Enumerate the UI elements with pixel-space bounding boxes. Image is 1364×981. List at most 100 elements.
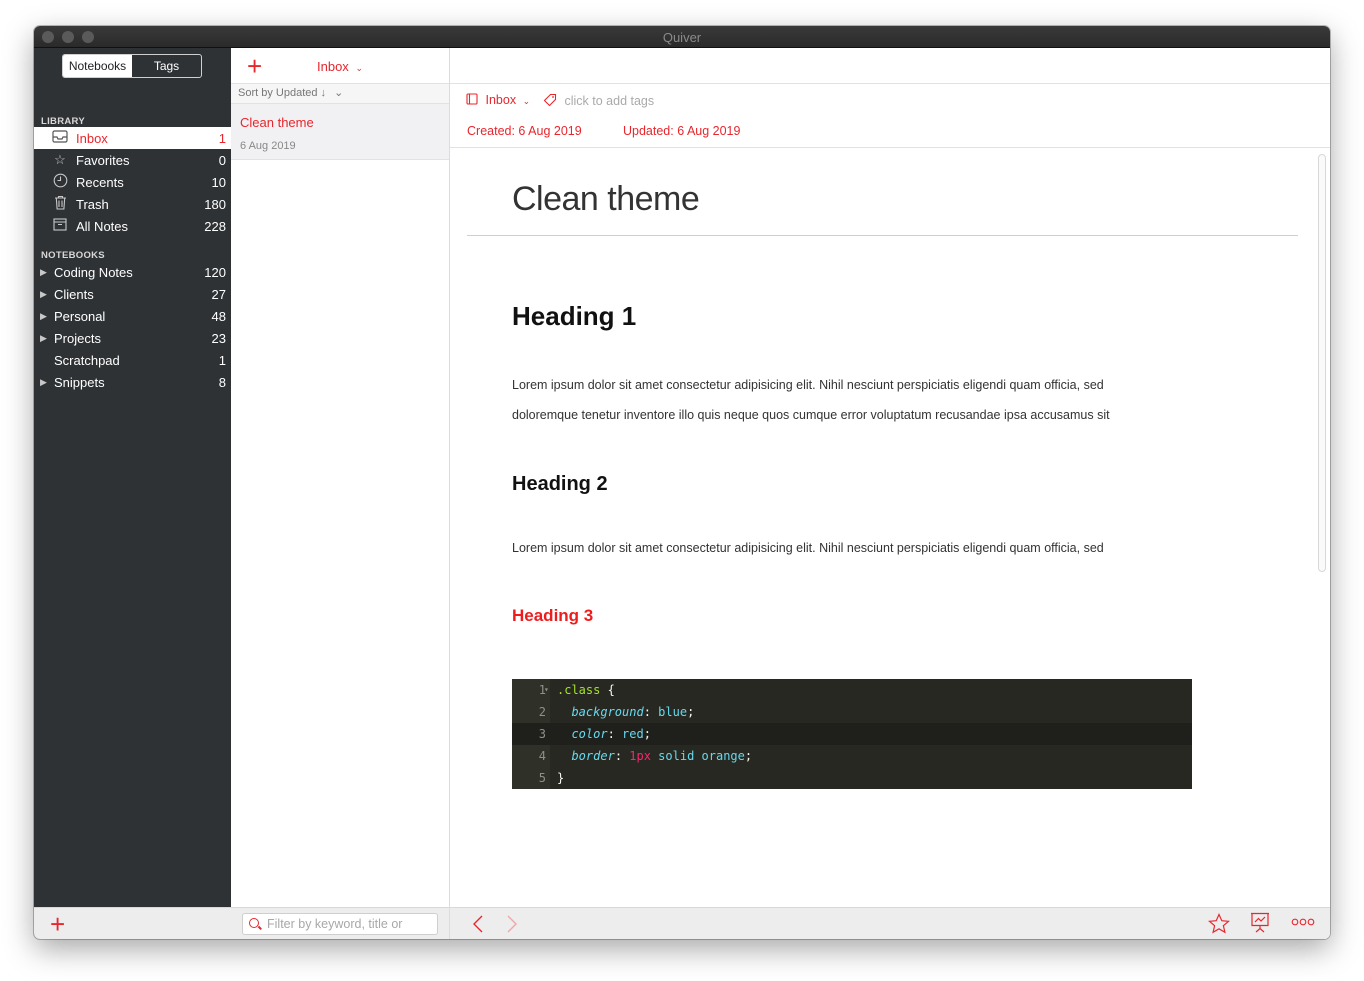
add-notebook-button[interactable]: + xyxy=(50,911,65,937)
sidebar: Notebooks Tags LIBRARY Inbox 1 ☆ Favorit… xyxy=(34,48,231,939)
forward-arrow-icon[interactable] xyxy=(506,915,518,933)
created-date: Created: 6 Aug 2019 xyxy=(467,124,582,138)
code-brace: { xyxy=(600,683,615,697)
sidebar-item-count: 120 xyxy=(204,264,226,280)
inbox-icon xyxy=(50,130,70,146)
sort-label: Sort by Updated ↓ xyxy=(238,87,327,99)
sidebar-item-label: Projects xyxy=(54,330,101,346)
disclosure-triangle-icon[interactable]: ▶ xyxy=(40,333,50,344)
disclosure-triangle-icon[interactable]: ▶ xyxy=(40,377,50,388)
presentation-icon[interactable] xyxy=(1250,912,1270,934)
more-options-icon[interactable] xyxy=(1291,918,1315,926)
code-value: red xyxy=(622,727,644,741)
window-title: Quiver xyxy=(662,30,702,45)
sidebar-item-label: Trash xyxy=(76,196,109,212)
paragraph-1-line-1: Lorem ipsum dolor sit amet consectetur a… xyxy=(512,378,1104,392)
editor-footer xyxy=(450,907,1330,939)
sidebar-item-label: Snippets xyxy=(54,374,105,390)
note-list-footer: Filter by keyword, title or xyxy=(231,907,449,939)
code-property: color xyxy=(571,727,608,741)
code-property: border xyxy=(571,749,615,763)
sidebar-tab-switch: Notebooks Tags xyxy=(62,54,202,78)
sidebar-item-count: 1 xyxy=(218,352,226,368)
tab-tags[interactable]: Tags xyxy=(132,55,201,77)
sort-selector[interactable]: Sort by Updated ↓ ⌄ xyxy=(231,84,449,104)
star-icon: ☆ xyxy=(54,152,66,167)
sidebar-item-label: Inbox xyxy=(76,130,108,146)
notebook-selector[interactable]: Inbox ⌄ xyxy=(317,59,363,74)
code-line: 5 } xyxy=(512,767,1192,789)
title-bar[interactable]: Quiver xyxy=(34,26,1330,48)
sidebar-item-recents[interactable]: Recents 10 xyxy=(34,171,231,193)
library-section-header: LIBRARY xyxy=(41,116,85,127)
chevron-down-icon: ⌄ xyxy=(334,87,344,99)
tag-icon xyxy=(543,93,557,107)
code-line: 4 border: 1px solid orange; xyxy=(512,745,1192,767)
note-content[interactable]: Clean theme Heading 1 Lorem ipsum dolor … xyxy=(450,148,1316,907)
tags-field[interactable]: click to add tags xyxy=(543,93,654,108)
code-block[interactable]: 1 ▾ .class { 2 background: blue; 3 color… xyxy=(512,679,1192,789)
sidebar-item-count: 1 xyxy=(218,130,226,146)
paragraph-1-line-2: doloremque tenetur inventore illo quis n… xyxy=(512,408,1110,422)
sidebar-item-label: Recents xyxy=(76,174,124,190)
sidebar-item-count: 180 xyxy=(204,196,226,212)
sidebar-item-label: All Notes xyxy=(76,218,129,234)
disclosure-triangle-icon[interactable]: ▶ xyxy=(40,267,50,278)
sidebar-item-label: Personal xyxy=(54,308,106,324)
code-unit: px xyxy=(636,749,651,763)
title-divider xyxy=(467,235,1298,236)
code-line: 1 ▾ .class { xyxy=(512,679,1192,701)
sidebar-item-count: 0 xyxy=(218,152,226,168)
sidebar-item-trash[interactable]: Trash 180 xyxy=(34,193,231,215)
sidebar-item-projects[interactable]: ▶ Projects 23 xyxy=(34,327,231,349)
line-number: 1 xyxy=(538,683,546,697)
sidebar-item-personal[interactable]: ▶ Personal 48 xyxy=(34,305,231,327)
code-line: 2 background: blue; xyxy=(512,701,1192,723)
sidebar-item-coding-notes[interactable]: ▶ Coding Notes 120 xyxy=(34,261,231,283)
page-title: Clean theme xyxy=(512,180,700,218)
code-number: 1 xyxy=(629,749,637,763)
heading-2: Heading 2 xyxy=(512,473,608,495)
note-notebook-selector[interactable]: Inbox ⌄ xyxy=(466,93,530,107)
code-property: background xyxy=(571,705,644,719)
note-meta: Inbox ⌄ click to add tags Created: 6 Aug… xyxy=(450,84,1330,148)
sidebar-item-favorites[interactable]: ☆ Favorites 0 xyxy=(34,149,231,171)
new-note-button[interactable]: + xyxy=(247,53,262,79)
sidebar-item-snippets[interactable]: ▶ Snippets 8 xyxy=(34,371,231,393)
star-icon[interactable] xyxy=(1208,913,1230,934)
sidebar-item-count: 23 xyxy=(211,330,226,346)
note-title: Clean theme xyxy=(240,115,314,130)
back-arrow-icon[interactable] xyxy=(472,915,484,933)
sidebar-item-inbox[interactable]: Inbox 1 xyxy=(34,127,231,149)
clock-icon xyxy=(50,173,70,191)
list-item[interactable]: Clean theme 6 Aug 2019 xyxy=(231,104,449,160)
line-number: 5 xyxy=(538,771,546,785)
filter-placeholder: Filter by keyword, title or xyxy=(267,917,403,931)
tab-notebooks[interactable]: Notebooks xyxy=(63,55,132,77)
code-brace: } xyxy=(557,771,565,785)
heading-1: Heading 1 xyxy=(512,301,637,331)
fold-icon[interactable]: ▾ xyxy=(544,679,549,701)
sidebar-item-clients[interactable]: ▶ Clients 27 xyxy=(34,283,231,305)
heading-3: Heading 3 xyxy=(512,606,594,625)
line-number: 4 xyxy=(538,749,546,763)
note-editor: Inbox ⌄ click to add tags Created: 6 Aug… xyxy=(450,48,1330,939)
line-number: 2 xyxy=(538,705,546,719)
disclosure-triangle-icon[interactable]: ▶ xyxy=(40,311,50,322)
note-list: + Inbox ⌄ Sort by Updated ↓ ⌄ Clean them… xyxy=(231,48,450,939)
chevron-down-icon: ⌄ xyxy=(355,63,363,73)
code-line-active: 3 color: red; xyxy=(512,723,1192,745)
sidebar-item-all-notes[interactable]: All Notes 228 xyxy=(34,215,231,237)
editor-scrollbar[interactable] xyxy=(1318,154,1326,572)
sidebar-item-scratchpad[interactable]: Scratchpad 1 xyxy=(34,349,231,371)
updated-date: Updated: 6 Aug 2019 xyxy=(623,124,741,138)
trash-icon xyxy=(50,195,70,213)
code-value: solid orange xyxy=(650,749,745,763)
line-number: 3 xyxy=(538,727,546,741)
sidebar-item-label: Coding Notes xyxy=(54,264,133,280)
archive-icon xyxy=(50,218,70,234)
disclosure-triangle-icon[interactable]: ▶ xyxy=(40,289,50,300)
filter-input[interactable]: Filter by keyword, title or xyxy=(242,913,438,935)
note-notebook-label: Inbox xyxy=(485,93,517,107)
editor-toolbar xyxy=(450,48,1330,84)
